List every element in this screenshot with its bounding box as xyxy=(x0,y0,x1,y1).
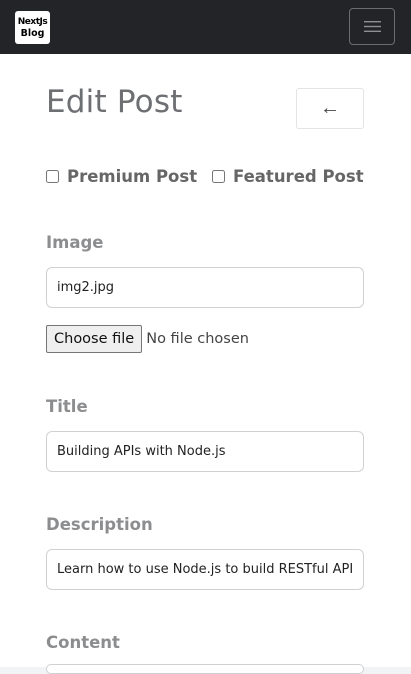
featured-post-label[interactable]: Featured Post xyxy=(233,167,364,186)
site-logo[interactable]: NextJs Blog xyxy=(15,11,50,44)
menu-toggle-button[interactable] xyxy=(349,8,395,45)
image-input[interactable] xyxy=(46,267,364,308)
description-input[interactable] xyxy=(46,549,364,590)
image-label: Image xyxy=(46,233,104,252)
featured-post-checkbox[interactable] xyxy=(212,169,225,183)
hamburger-menu-icon xyxy=(363,21,381,32)
file-status-text: No file chosen xyxy=(146,331,249,347)
premium-post-label[interactable]: Premium Post xyxy=(67,167,197,186)
content-label: Content xyxy=(46,633,120,652)
arrow-left-icon: ← xyxy=(320,97,340,119)
logo-text-line1: NextJs xyxy=(17,16,48,27)
description-label: Description xyxy=(46,515,153,534)
title-label: Title xyxy=(46,397,88,416)
navbar: NextJs Blog xyxy=(0,0,411,54)
featured-post-option: Featured Post xyxy=(212,166,364,186)
choose-file-button[interactable]: Choose file xyxy=(46,325,143,353)
back-button[interactable]: ← xyxy=(296,88,364,129)
logo-text-line2: Blog xyxy=(20,27,45,39)
file-picker: Choose file No file chosen xyxy=(46,325,249,353)
content-editor[interactable] xyxy=(46,664,364,674)
premium-post-checkbox[interactable] xyxy=(46,169,59,183)
premium-post-option: Premium Post xyxy=(46,166,197,186)
page-title: Edit Post xyxy=(46,84,183,120)
title-input[interactable] xyxy=(46,431,364,472)
